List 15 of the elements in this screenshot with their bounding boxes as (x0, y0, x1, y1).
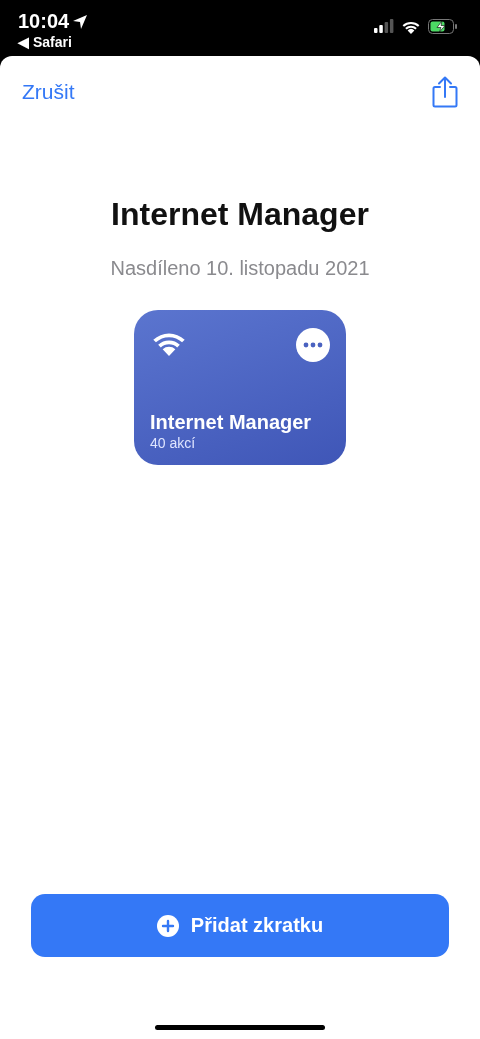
share-icon[interactable] (432, 76, 458, 108)
plus-circle-icon (156, 914, 179, 937)
more-icon[interactable] (296, 328, 330, 362)
shortcut-card[interactable]: Internet Manager 40 akcí (134, 310, 346, 465)
shared-date: Nasdíleno 10. listopadu 2021 (110, 257, 370, 280)
shortcut-name: Internet Manager (150, 411, 313, 434)
signal-icon (374, 19, 394, 33)
clock-time: 10:04 (18, 10, 70, 33)
add-shortcut-button[interactable]: Přidat zkratku (31, 894, 449, 957)
cancel-button[interactable]: Zrušit (22, 80, 75, 104)
action-count: 40 akcí (150, 435, 197, 451)
battery-charging-icon (428, 18, 458, 34)
location-arrow-icon (72, 13, 89, 30)
shortcut-title: Internet Manager (111, 196, 369, 233)
back-to-app-link[interactable]: ◀ Safari (18, 34, 89, 50)
